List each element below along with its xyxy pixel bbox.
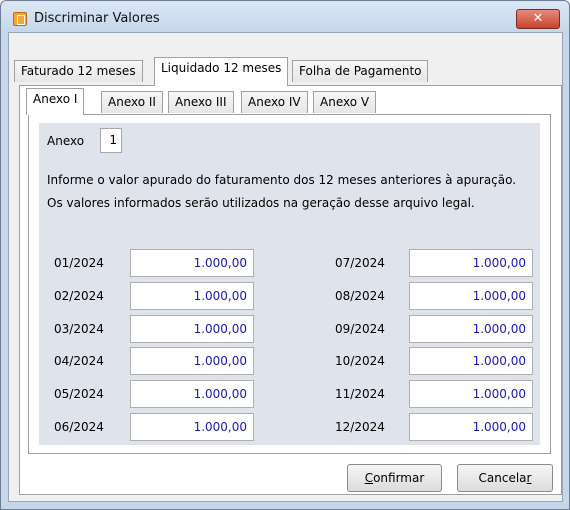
- month-label: 05/2024: [54, 387, 104, 401]
- month-label: 09/2024: [335, 322, 385, 336]
- dialog-window: Discriminar Valores ✕ Faturado 12 meses …: [0, 0, 570, 510]
- tab-label: Anexo II: [108, 95, 156, 109]
- tab-anexo-iii[interactable]: Anexo III: [168, 91, 234, 113]
- anexo-label: Anexo: [47, 134, 85, 148]
- info-line-1: Informe o valor apurado do faturamento d…: [47, 173, 517, 187]
- tab-label: Folha de Pagamento: [299, 64, 422, 78]
- anexo-content: Anexo 1 Informe o valor apurado do fatur…: [39, 123, 540, 445]
- tab-label: Faturado 12 meses: [21, 64, 136, 78]
- dialog-client-area: Faturado 12 meses Liquidado 12 meses Fol…: [8, 32, 563, 502]
- month-value-input[interactable]: 1.000,00: [409, 413, 533, 441]
- month-value-input[interactable]: 1.000,00: [409, 347, 533, 375]
- month-label: 04/2024: [54, 354, 104, 368]
- month-value-input[interactable]: 1.000,00: [130, 249, 254, 277]
- cancel-accelerator: r: [526, 471, 532, 485]
- tab-label: Anexo IV: [248, 95, 301, 109]
- month-label: 06/2024: [54, 420, 104, 434]
- anexo-number-field[interactable]: 1: [100, 128, 122, 153]
- month-value-input[interactable]: 1.000,00: [409, 282, 533, 310]
- month-value-input[interactable]: 1.000,00: [409, 249, 533, 277]
- confirm-button[interactable]: Confirmar: [347, 464, 442, 492]
- tab-anexo-ii[interactable]: Anexo II: [101, 91, 163, 113]
- month-value-input[interactable]: 1.000,00: [130, 282, 254, 310]
- cancel-label: Cancela: [478, 471, 527, 485]
- month-value-input[interactable]: 1.000,00: [409, 315, 533, 343]
- month-value-input[interactable]: 1.000,00: [130, 380, 254, 408]
- liquidado-tab-panel: Anexo I Anexo II Anexo III Anexo IV Anex…: [19, 85, 562, 495]
- cancel-button[interactable]: Cancelar: [457, 464, 553, 492]
- month-label: 07/2024: [335, 256, 385, 270]
- close-icon: ✕: [532, 11, 544, 26]
- tab-anexo-v[interactable]: Anexo V: [313, 91, 377, 113]
- tab-label: Liquidado 12 meses: [161, 61, 282, 75]
- tab-label: Anexo V: [320, 95, 370, 109]
- app-icon: [13, 12, 27, 26]
- month-value-input[interactable]: 1.000,00: [409, 380, 533, 408]
- month-label: 10/2024: [335, 354, 385, 368]
- info-line-2: Os valores informados serão utilizados n…: [47, 196, 475, 210]
- title-bar[interactable]: Discriminar Valores ✕: [1, 1, 569, 33]
- tab-liquidado[interactable]: Liquidado 12 meses: [154, 57, 289, 86]
- window-title: Discriminar Valores: [34, 11, 160, 26]
- month-label: 08/2024: [335, 289, 385, 303]
- tab-faturado[interactable]: Faturado 12 meses: [14, 60, 143, 82]
- tab-label: Anexo III: [175, 95, 227, 109]
- close-button[interactable]: ✕: [516, 9, 560, 29]
- month-label: 02/2024: [54, 289, 104, 303]
- month-label: 11/2024: [335, 387, 385, 401]
- tab-anexo-i[interactable]: Anexo I: [26, 88, 85, 115]
- month-value-input[interactable]: 1.000,00: [130, 315, 254, 343]
- tab-anexo-iv[interactable]: Anexo IV: [241, 91, 308, 113]
- anexo-tab-panel: Anexo 1 Informe o valor apurado do fatur…: [28, 114, 551, 454]
- confirm-accelerator: C: [364, 471, 374, 485]
- month-value-input[interactable]: 1.000,00: [130, 347, 254, 375]
- month-label: 03/2024: [54, 322, 104, 336]
- month-value-input[interactable]: 1.000,00: [130, 413, 254, 441]
- tab-label: Anexo I: [33, 92, 78, 106]
- month-label: 01/2024: [54, 256, 104, 270]
- confirm-label: onfirmar: [373, 471, 425, 485]
- tab-folha-pagamento[interactable]: Folha de Pagamento: [292, 60, 429, 82]
- month-label: 12/2024: [335, 420, 385, 434]
